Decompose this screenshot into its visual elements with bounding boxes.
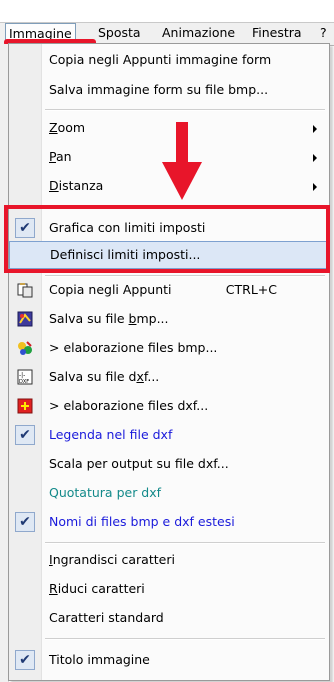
submenu-arrow-icon bbox=[313, 183, 317, 191]
label-rest: iduci caratteri bbox=[57, 581, 145, 596]
item-label: Distanza bbox=[49, 172, 103, 200]
item-label: Salva immagine form su file bmp... bbox=[49, 82, 269, 97]
menu-label: Animazione bbox=[162, 25, 236, 40]
menu-item-save-image-bmp[interactable]: Salva immagine form su file bmp... bbox=[9, 76, 329, 104]
item-label: Scala per output su file dxf... bbox=[49, 456, 229, 471]
item-label: Legenda nel file dxf bbox=[49, 427, 173, 442]
item-label: > elaborazione files dxf... bbox=[49, 398, 209, 413]
menu-item-titolo-immagine[interactable]: ✔ Titolo immagine bbox=[9, 646, 329, 674]
item-label: Titolo immagine bbox=[49, 652, 150, 667]
label-rest: mp... bbox=[136, 311, 169, 326]
accel-char: x bbox=[136, 369, 144, 384]
label-rest: f... bbox=[143, 369, 160, 384]
menu-item-elaborazione-bmp[interactable]: > elaborazione files bmp... bbox=[9, 334, 329, 362]
menu-item-elaborazione-dxf[interactable]: > elaborazione files dxf... bbox=[9, 392, 329, 420]
menu-label: Finestra bbox=[252, 25, 302, 40]
accel-char: Z bbox=[49, 120, 58, 135]
item-label: Riduci caratteri bbox=[49, 575, 145, 603]
item-label: Salva su file bmp... bbox=[49, 305, 169, 333]
item-label: Pan bbox=[49, 143, 72, 171]
menu-item-ingrandisci[interactable]: Ingrandisci caratteri bbox=[9, 546, 329, 574]
item-label: Copia negli Appunti bbox=[49, 282, 172, 297]
item-label: Nomi di files bmp e dxf estesi bbox=[49, 514, 235, 529]
accel-char: D bbox=[49, 178, 59, 193]
process-bmp-icon bbox=[17, 340, 33, 356]
window-top-strip bbox=[0, 0, 334, 22]
menu-item-caratteri-standard[interactable]: Caratteri standard bbox=[9, 604, 329, 632]
svg-text:-|-: -|- bbox=[19, 372, 25, 379]
menu-item-copy-image-form[interactable]: Copia negli Appunti immagine form bbox=[9, 46, 329, 74]
menu-animazione[interactable]: Animazione bbox=[160, 23, 237, 43]
menu-item-salva-bmp[interactable]: Salva su file bmp... bbox=[9, 305, 329, 333]
submenu-arrow-icon bbox=[313, 154, 317, 162]
menu-help[interactable]: ? bbox=[318, 23, 329, 43]
menu-item-nomi-estesi[interactable]: ✔ Nomi di files bmp e dxf estesi bbox=[9, 508, 329, 536]
label-rest: oom bbox=[57, 120, 86, 135]
item-label: > elaborazione files bmp... bbox=[49, 340, 218, 355]
menu-sposta[interactable]: Sposta bbox=[96, 23, 143, 43]
checkmark-icon: ✔ bbox=[15, 425, 35, 445]
menu-item-salva-dxf[interactable]: -|- DXF Salva su file dxf... bbox=[9, 363, 329, 391]
checkmark-icon: ✔ bbox=[15, 650, 35, 670]
red-down-arrow-icon bbox=[162, 122, 202, 200]
menu-item-copia-appunti[interactable]: Copia negli Appunti CTRL+C bbox=[9, 276, 329, 304]
checkmark-icon: ✔ bbox=[15, 512, 35, 532]
annotation-box bbox=[4, 205, 330, 273]
menu-separator bbox=[45, 109, 325, 111]
item-label: Caratteri standard bbox=[49, 610, 164, 625]
accel-char: P bbox=[49, 149, 56, 164]
menu-item-scala-output-dxf[interactable]: Scala per output su file dxf... bbox=[9, 450, 329, 478]
accel-char: R bbox=[49, 581, 58, 596]
submenu-arrow-icon bbox=[313, 125, 317, 133]
copy-clipboard-icon bbox=[17, 282, 33, 298]
label-pre: Salva su file bbox=[49, 311, 129, 326]
label-pre: Salva su file d bbox=[49, 369, 137, 384]
label-rest: istanza bbox=[58, 178, 104, 193]
menu-item-quotatura-dxf[interactable]: Quotatura per dxf bbox=[9, 479, 329, 507]
menu-label: Sposta bbox=[98, 25, 141, 40]
item-label: Salva su file dxf... bbox=[49, 363, 159, 391]
item-label: Zoom bbox=[49, 114, 85, 142]
item-label: Copia negli Appunti immagine form bbox=[49, 52, 272, 67]
save-bmp-icon bbox=[17, 311, 33, 327]
item-label: Quotatura per dxf bbox=[49, 485, 162, 500]
menu-separator bbox=[45, 542, 325, 544]
menu-item-riduci[interactable]: Riduci caratteri bbox=[9, 575, 329, 603]
menu-label: ? bbox=[320, 25, 327, 40]
label-rest: ngrandisci caratteri bbox=[52, 552, 175, 567]
menu-separator bbox=[45, 638, 325, 640]
menu-item-legenda-dxf[interactable]: ✔ Legenda nel file dxf bbox=[9, 421, 329, 449]
process-dxf-icon bbox=[17, 398, 33, 414]
svg-text:DXF: DXF bbox=[19, 379, 29, 385]
item-label: Ingrandisci caratteri bbox=[49, 546, 175, 574]
label-rest: an bbox=[55, 149, 72, 164]
save-dxf-icon: -|- DXF bbox=[17, 369, 33, 385]
shortcut-label: CTRL+C bbox=[225, 282, 277, 297]
menu-finestra[interactable]: Finestra bbox=[250, 23, 304, 43]
